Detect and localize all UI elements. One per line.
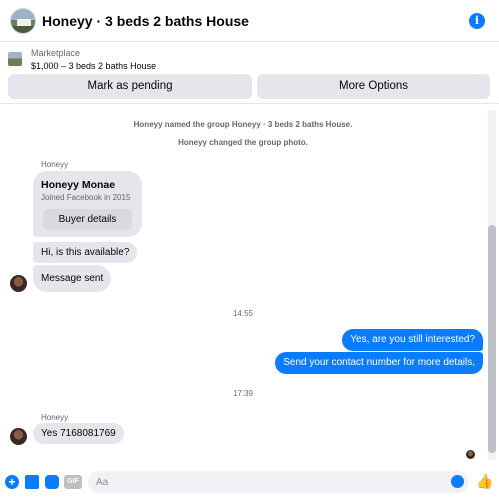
buyer-card: Honeyy Monae Joined Facebook in 2015 Buy… — [33, 171, 142, 237]
conversation-title[interactable]: Honeyy · 3 beds 2 baths House — [42, 13, 249, 29]
thumbs-up-icon[interactable]: 👍 — [476, 473, 493, 489]
buyer-joined: Joined Facebook in 2015 — [41, 193, 131, 202]
outgoing-message[interactable]: Send your contact number for more detail… — [275, 352, 483, 374]
more-options-button[interactable]: More Options — [257, 74, 490, 99]
plus-icon[interactable]: + — [5, 475, 19, 489]
incoming-message[interactable]: Message sent — [33, 265, 112, 292]
system-message: Honeyy named the group Honeyy · 3 beds 2… — [133, 120, 353, 129]
incoming-message[interactable]: Yes 7168081769 — [33, 423, 124, 444]
sender-avatar[interactable] — [10, 428, 27, 445]
buyer-name: Honeyy Monae — [41, 179, 116, 191]
gif-icon[interactable]: GIF — [64, 475, 82, 489]
seen-avatar — [466, 450, 475, 459]
incoming-message[interactable]: Hi, is this available? — [33, 242, 138, 263]
listing-title[interactable]: $1,000 – 3 beds 2 baths House — [31, 61, 156, 71]
group-avatar[interactable] — [10, 8, 36, 34]
message-input[interactable] — [88, 471, 469, 493]
mark-as-pending-button[interactable]: Mark as pending — [8, 74, 252, 99]
sticker-icon[interactable] — [45, 475, 59, 489]
image-icon[interactable] — [25, 475, 39, 489]
sender-name: Honeyy — [41, 160, 69, 169]
message-list: Honeyy named the group Honeyy · 3 beds 2… — [0, 105, 499, 466]
timestamp: 14:55 — [232, 309, 254, 318]
marketplace-bar: Marketplace $1,000 – 3 beds 2 baths Hous… — [0, 42, 499, 104]
listing-thumbnail[interactable] — [8, 52, 22, 66]
emoji-icon[interactable] — [451, 475, 464, 488]
sender-avatar[interactable] — [10, 275, 27, 292]
marketplace-label: Marketplace — [31, 48, 81, 58]
scrollbar-thumb[interactable] — [488, 225, 496, 453]
info-icon[interactable]: i — [469, 13, 485, 29]
conversation-header: Honeyy · 3 beds 2 baths House i — [0, 0, 499, 42]
sender-name: Honeyy — [41, 413, 69, 422]
outgoing-message[interactable]: Yes, are you still interested? — [342, 329, 483, 351]
timestamp: 17:39 — [232, 389, 254, 398]
system-message: Honeyy changed the group photo. — [178, 138, 308, 147]
message-composer: + GIF 👍 — [0, 466, 499, 500]
buyer-details-button[interactable]: Buyer details — [43, 209, 132, 230]
